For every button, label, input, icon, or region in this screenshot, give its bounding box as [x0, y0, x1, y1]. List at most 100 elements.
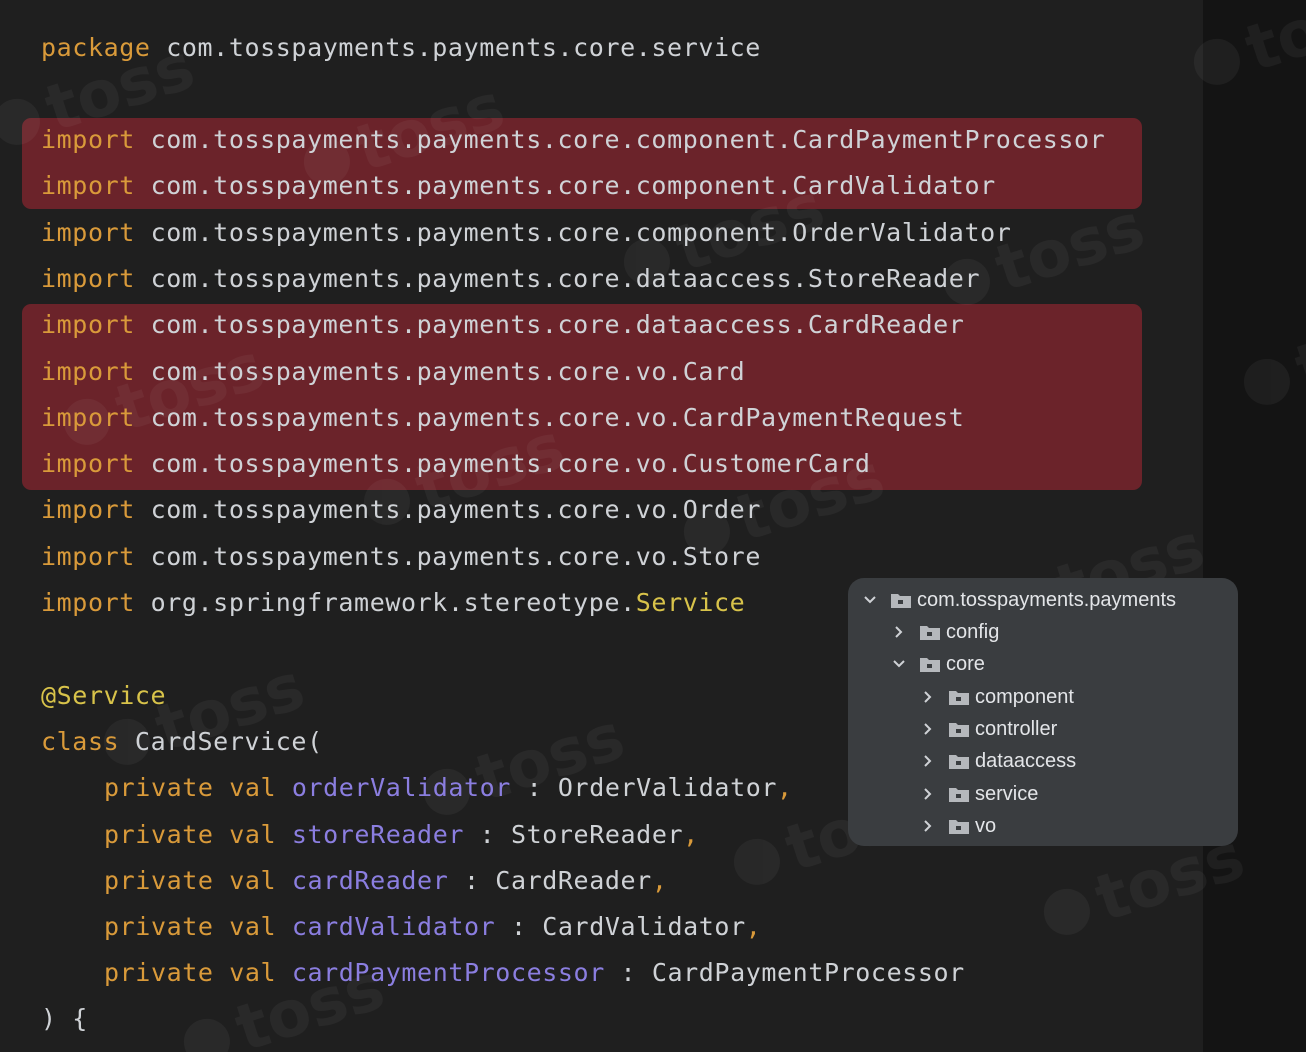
- constructor-param: private val cardPaymentProcessor : CardP…: [41, 950, 965, 996]
- param-name: orderValidator: [291, 773, 511, 802]
- param-modifiers: private val: [104, 820, 277, 849]
- import-path: com.tosspayments.payments.core.component…: [134, 218, 1012, 247]
- package-keyword: package: [41, 33, 151, 62]
- import-path: com.tosspayments.payments.core.component…: [134, 125, 1106, 154]
- folder-icon: [919, 624, 941, 641]
- import-keyword: import: [41, 171, 135, 200]
- tree-item-component[interactable]: component: [920, 681, 1074, 713]
- import-line: import com.tosspayments.payments.core.vo…: [41, 441, 871, 487]
- class-declaration: class CardService(: [41, 719, 323, 765]
- import-line: import com.tosspayments.payments.core.vo…: [41, 534, 761, 580]
- tree-item-dataaccess[interactable]: dataaccess: [920, 745, 1076, 777]
- class-name: CardService(: [119, 727, 323, 756]
- tree-item-config[interactable]: config: [891, 616, 999, 648]
- param-type: : CardValidator: [495, 912, 746, 941]
- tree-item-label: dataaccess: [975, 750, 1077, 772]
- tree-root-label: com.tosspayments.payments: [917, 589, 1176, 611]
- side-gutter: [1203, 0, 1306, 1052]
- import-path: com.tosspayments.payments.core.vo.Store: [134, 542, 761, 571]
- param-name: cardPaymentProcessor: [291, 958, 605, 987]
- folder-icon: [948, 818, 970, 835]
- tree-item-core[interactable]: core: [891, 648, 985, 680]
- import-line: import com.tosspayments.payments.core.co…: [41, 163, 996, 209]
- import-path: com.tosspayments.payments.core.vo.Card: [134, 357, 746, 386]
- tree-item-label: vo: [975, 815, 997, 837]
- constructor-param: private val orderValidator : OrderValida…: [41, 765, 793, 811]
- param-type: : CardReader: [448, 866, 652, 895]
- closing-brace: ) {: [41, 1004, 88, 1033]
- import-keyword: import: [41, 542, 135, 571]
- package-name: com.tosspayments.payments.core.service: [150, 33, 761, 62]
- import-path: com.tosspayments.payments.core.vo.Order: [134, 495, 761, 524]
- folder-icon: [948, 786, 970, 803]
- tree-root[interactable]: com.tosspayments.payments: [862, 584, 1176, 616]
- chevron-right-icon[interactable]: [891, 624, 907, 640]
- param-type: : OrderValidator: [510, 773, 778, 802]
- package-line: package com.tosspayments.payments.core.s…: [41, 25, 761, 71]
- param-comma: ,: [777, 773, 793, 802]
- class-keyword: class: [41, 727, 120, 756]
- tree-item-service[interactable]: service: [920, 778, 1038, 810]
- code-screenshot: toss toss toss toss toss toss toss toss …: [0, 0, 1306, 1052]
- service-annotation: @Service: [41, 681, 167, 710]
- import-keyword: import: [41, 588, 135, 617]
- param-comma: ,: [651, 866, 668, 895]
- chevron-right-icon[interactable]: [920, 689, 936, 705]
- import-keyword: import: [41, 218, 135, 247]
- import-line: import com.tosspayments.payments.core.co…: [41, 117, 1105, 163]
- import-line: import com.tosspayments.payments.core.vo…: [41, 395, 964, 441]
- param-type: : CardPaymentProcessor: [604, 958, 965, 987]
- constructor-param: private val cardValidator : CardValidato…: [41, 904, 761, 950]
- import-line: import com.tosspayments.payments.core.da…: [41, 256, 980, 302]
- param-comma: ,: [683, 820, 699, 849]
- param-name: cardValidator: [291, 912, 496, 941]
- import-keyword: import: [41, 495, 135, 524]
- import-keyword: import: [41, 357, 135, 386]
- import-line: import com.tosspayments.payments.core.co…: [41, 210, 1011, 256]
- param-name: cardReader: [291, 866, 449, 895]
- tree-item-vo[interactable]: vo: [920, 810, 996, 842]
- chevron-right-icon[interactable]: [920, 721, 936, 737]
- chevron-right-icon[interactable]: [920, 818, 936, 834]
- tree-item-label: component: [975, 686, 1074, 708]
- folder-icon: [948, 689, 970, 706]
- tree-item-label: controller: [975, 718, 1058, 740]
- import-keyword: import: [41, 264, 135, 293]
- import-path: org.springframework.stereotype.: [134, 588, 636, 617]
- tree-item-controller[interactable]: controller: [920, 713, 1057, 745]
- param-modifiers: private val: [104, 912, 277, 941]
- param-comma: ,: [745, 912, 762, 941]
- tree-item-label: config: [946, 621, 1000, 643]
- import-line: import org.springframework.stereotype.Se…: [41, 580, 745, 626]
- import-keyword: import: [41, 125, 135, 154]
- import-service-class: Service: [635, 588, 746, 617]
- import-line: import com.tosspayments.payments.core.da…: [41, 302, 964, 348]
- param-modifiers: private val: [104, 866, 277, 895]
- param-name: storeReader: [291, 820, 464, 849]
- import-path: com.tosspayments.payments.core.dataacces…: [134, 264, 981, 293]
- folder-icon: [948, 753, 970, 770]
- tree-item-label: service: [975, 783, 1039, 805]
- param-modifiers: private val: [104, 773, 277, 802]
- chevron-right-icon[interactable]: [920, 786, 936, 802]
- chevron-down-icon[interactable]: [862, 592, 878, 608]
- import-path: com.tosspayments.payments.core.dataacces…: [134, 310, 965, 339]
- constructor-param: private val storeReader : StoreReader,: [41, 812, 699, 858]
- folder-icon: [919, 656, 941, 673]
- import-path: com.tosspayments.payments.core.vo.CardPa…: [134, 403, 965, 432]
- folder-icon: [890, 592, 912, 609]
- closing-line: ) {: [41, 996, 88, 1042]
- import-path: com.tosspayments.payments.core.component…: [134, 171, 996, 200]
- import-line: import com.tosspayments.payments.core.vo…: [41, 349, 745, 395]
- import-path: com.tosspayments.payments.core.vo.Custom…: [134, 449, 871, 478]
- param-modifiers: private val: [104, 958, 277, 987]
- chevron-right-icon[interactable]: [920, 753, 936, 769]
- project-tree-panel: com.tosspayments.payments config core co…: [848, 578, 1238, 846]
- folder-icon: [948, 721, 970, 738]
- chevron-down-icon[interactable]: [891, 656, 907, 672]
- import-keyword: import: [41, 310, 135, 339]
- import-keyword: import: [41, 403, 135, 432]
- tree-item-label: core: [946, 653, 985, 675]
- constructor-param: private val cardReader : CardReader,: [41, 858, 667, 904]
- import-line: import com.tosspayments.payments.core.vo…: [41, 487, 761, 533]
